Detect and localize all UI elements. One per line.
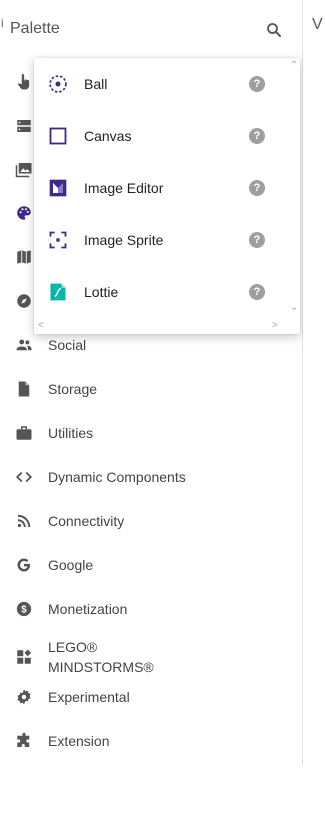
category-google[interactable]: Google [0, 545, 300, 585]
file-icon [14, 379, 34, 399]
horizontal-scrollbar[interactable]: < > [34, 320, 289, 334]
people-icon [14, 335, 34, 355]
category-lego-mindstorms[interactable]: LEGO® MINDSTORMS® [0, 633, 300, 681]
category-label: Social [48, 337, 87, 353]
scroll-left-icon[interactable]: < [38, 320, 44, 331]
scroll-right-icon[interactable]: > [272, 320, 278, 331]
palette-icon [14, 203, 34, 223]
help-icon[interactable]: ? [249, 232, 265, 248]
category-monetization[interactable]: $ Monetization [0, 589, 300, 629]
viewer-label: V [312, 16, 323, 33]
category-label: Extension [48, 733, 110, 749]
category-extension[interactable]: Extension [0, 721, 300, 761]
ball-icon [48, 74, 68, 94]
palette-title: Palette [10, 20, 60, 37]
component-label: Canvas [84, 128, 132, 144]
category-label: Experimental [48, 689, 130, 705]
component-image-sprite[interactable]: Image Sprite ? [34, 214, 289, 266]
component-label: Image Sprite [84, 232, 164, 248]
help-icon[interactable]: ? [249, 180, 265, 196]
image-editor-icon [48, 178, 68, 198]
search-button[interactable] [262, 18, 286, 42]
google-icon [14, 555, 34, 575]
search-icon [267, 23, 281, 37]
lego-icon [14, 647, 34, 667]
help-icon[interactable]: ? [249, 76, 265, 92]
canvas-icon [48, 126, 68, 146]
category-label: Connectivity [48, 513, 125, 529]
component-image-editor[interactable]: Image Editor ? [34, 162, 289, 214]
drawing-animation-dropdown: Ball ? Canvas ? Image Editor ? Image Spr… [34, 58, 300, 334]
category-label: LEGO® MINDSTORMS® [48, 639, 154, 675]
code-icon [14, 467, 34, 487]
briefcase-icon [14, 423, 34, 443]
storage-rows-icon [14, 116, 34, 136]
compass-icon [14, 291, 34, 311]
component-ball[interactable]: Ball ? [34, 58, 289, 110]
dollar-icon: $ [14, 599, 34, 619]
rss-icon [14, 511, 34, 531]
lottie-icon [48, 282, 68, 302]
category-label: Utilities [48, 425, 94, 441]
viewer-panel: V [303, 0, 325, 822]
vertical-scrollbar[interactable]: ⌃ ⌄ [288, 58, 300, 320]
component-label: Lottie [84, 284, 119, 300]
puzzle-icon [14, 731, 34, 751]
category-utilities[interactable]: Utilities [0, 413, 300, 453]
category-label: Storage [48, 381, 98, 397]
help-icon[interactable]: ? [249, 128, 265, 144]
gear-icon [14, 687, 34, 707]
category-experimental[interactable]: Experimental [0, 677, 300, 717]
info-mark: i [1, 16, 4, 30]
help-icon[interactable]: ? [249, 284, 265, 300]
category-label: Monetization [48, 601, 128, 617]
image-sprite-icon [48, 230, 68, 250]
component-label: Ball [84, 76, 108, 92]
component-lottie[interactable]: Lottie ? [34, 266, 289, 318]
category-dynamic-components[interactable]: Dynamic Components [0, 457, 300, 497]
category-label: Google [48, 557, 94, 573]
category-connectivity[interactable]: Connectivity [0, 501, 300, 541]
scroll-down-icon[interactable]: ⌄ [290, 302, 298, 313]
category-label: Dynamic Components [48, 469, 186, 485]
svg-text:$: $ [21, 604, 27, 615]
category-storage[interactable]: Storage [0, 369, 300, 409]
scroll-up-icon[interactable]: ⌃ [290, 60, 298, 71]
map-icon [14, 247, 34, 267]
media-icon [14, 159, 34, 179]
touch-icon [14, 72, 34, 92]
component-label: Image Editor [84, 180, 164, 196]
component-canvas[interactable]: Canvas ? [34, 110, 289, 162]
palette-panel: i Palette Social Storage Utilities Dynam… [0, 0, 303, 765]
